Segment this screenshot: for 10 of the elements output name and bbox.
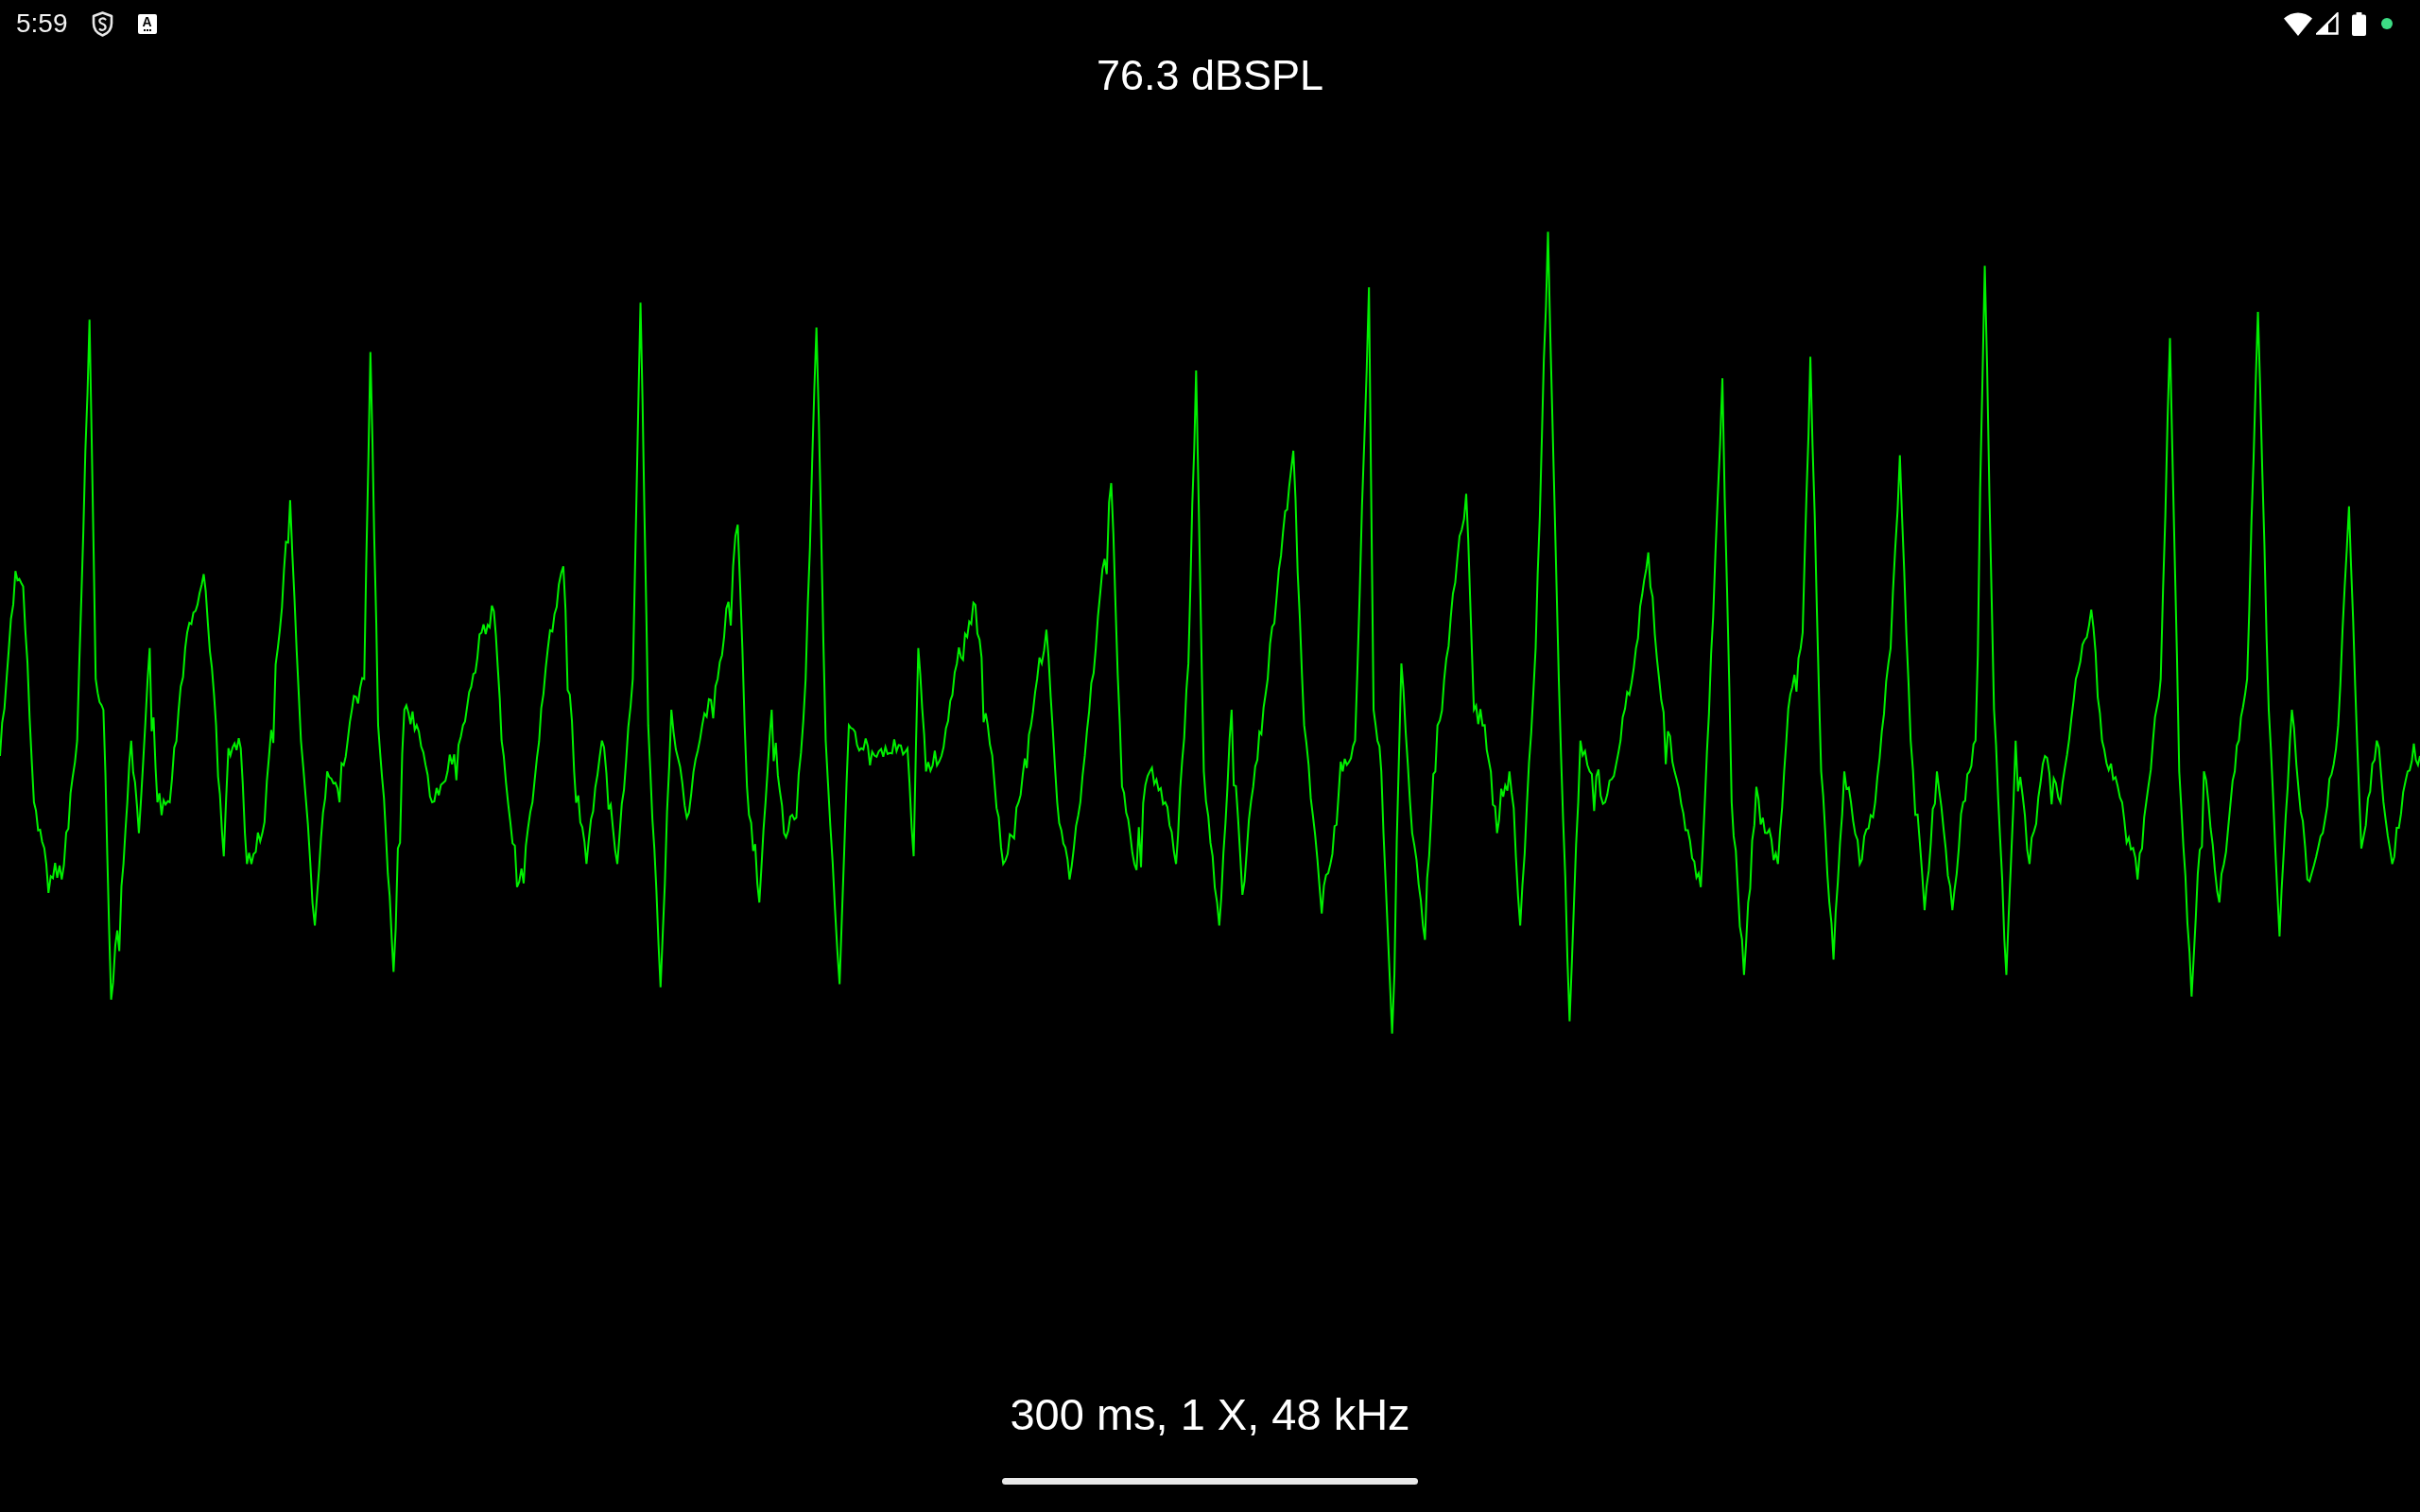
cellular-signal-icon — [2316, 12, 2339, 35]
battery-icon — [2352, 11, 2366, 36]
home-indicator[interactable] — [1002, 1478, 1418, 1485]
wifi-icon — [2284, 11, 2312, 36]
shield-icon — [91, 10, 113, 37]
capture-settings-readout: 300 ms, 1 X, 48 kHz — [1010, 1392, 1410, 1437]
notification-letter-icon: A — [137, 13, 157, 34]
clock-time: 5:59 — [16, 10, 68, 37]
sound-level-reading: 76.3 dBSPL — [1096, 54, 1324, 97]
status-dot-icon — [2381, 18, 2393, 29]
